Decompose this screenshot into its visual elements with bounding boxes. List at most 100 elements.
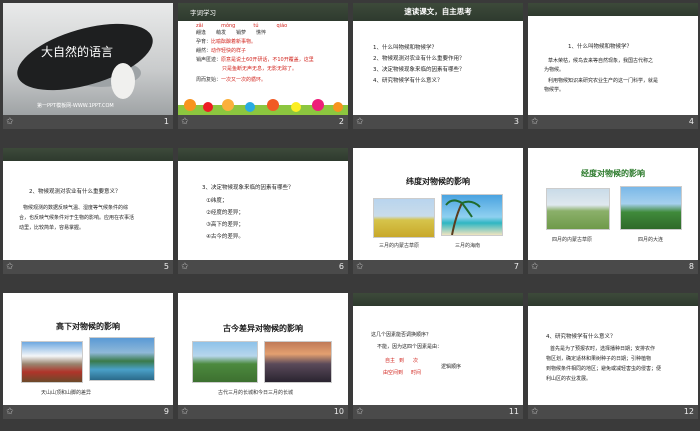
question-item: 1、什么叫物候和物候学？ [373, 45, 438, 51]
photo-caption: 三月的内蒙古草原 [379, 243, 420, 249]
answer-line: 合，也反映气候条件对于生物的影响。应用在农事活 [19, 215, 135, 221]
slide-footer: ✩ 10 [178, 405, 348, 419]
definition-line: 翩然：动作轻快的样子 [196, 48, 247, 54]
slide-footer: ✩ 2 [178, 115, 348, 129]
star-icon: ✩ [181, 407, 189, 417]
header-bar [528, 293, 698, 306]
question: 4、研究物候学有什么意义？ [546, 334, 616, 340]
beach-photo [441, 194, 503, 236]
great-wall-photo [192, 341, 258, 383]
slide-thumbnail-11[interactable]: 这几个因素能否调换顺序？ 不能，因为这四个因素是由： 自主 到 次 由空间到 时… [353, 293, 523, 419]
mountain-photo [21, 341, 83, 383]
photo-caption: 四月的大连 [638, 237, 664, 243]
order-word: 自主 [385, 358, 396, 364]
slide-canvas: 3、决定物候现象来临的因素有哪些？ ①纬度； ②经度的差异； ③高下的差异； ④… [178, 148, 348, 260]
slide-number: 12 [683, 407, 694, 416]
slide-number: 3 [513, 117, 519, 126]
slide-title: 纬度对物候的影响 [406, 177, 470, 186]
lake-photo [89, 337, 155, 381]
answer-line: 为物候。 [544, 67, 565, 73]
star-icon: ✩ [356, 407, 364, 417]
star-icon: ✩ [531, 407, 539, 417]
photo-caption: 三月的海南 [455, 243, 481, 249]
slide-thumbnail-5[interactable]: 2、物候观测对农业有什么重要意义？ 物候观测的数据反映气温、湿度等气候条件的综 … [3, 148, 173, 274]
slide-title: 高下对物候的影响 [56, 322, 120, 331]
slide-canvas: 速读课文，自主思考 1、什么叫物候和物候学？ 2、物候观测对农业有什么重要作用？… [353, 3, 523, 115]
answer-line: 利山区的农业发展。 [546, 376, 592, 382]
star-icon: ✩ [356, 117, 364, 127]
slide-canvas: 纬度对物候的影响 三月的内蒙古草原 三月的海南 [353, 148, 523, 260]
slide-thumbnail-12[interactable]: 4、研究物候学有什么意义？ 首先是为了预报农时，选择播种日期；安排农作 物区划，… [528, 293, 698, 419]
dalian-photo [620, 186, 682, 230]
slide-header: 字词学习 [190, 9, 216, 17]
slide-number: 5 [163, 262, 169, 271]
answer-line: 利用物候知识来研究农业生产的这一门科学，就是 [548, 78, 659, 84]
slide-number: 4 [688, 117, 694, 126]
slide-number: 9 [163, 407, 169, 416]
header-bar [3, 148, 173, 161]
photo-caption: 天山山顶和山脚的差异 [41, 390, 92, 396]
answer-line: 物区划，确定适林和果树种子的日期；引种植物 [546, 356, 652, 362]
slide-footer: ✩ 3 [353, 115, 523, 129]
question: 2、物候观测对农业有什么重要意义？ [29, 189, 121, 195]
photo-caption: 古代三月的长城和今日三月的长城 [218, 390, 294, 396]
slide-thumbnail-9[interactable]: 高下对物候的影响 天山山顶和山脚的差异 ✩ 9 [3, 293, 173, 419]
slide-title: 经度对物候的影响 [581, 169, 645, 178]
slide-subtitle: 第一PPT模板网-WWW.1PPT.COM [37, 103, 114, 109]
question: 这几个因素能否调换顺序？ [371, 332, 432, 338]
order-word: 时间 [411, 370, 422, 376]
word: 翩逢 [196, 30, 207, 36]
slide-footer: ✩ 6 [178, 260, 348, 274]
definition-line: 周而复始：一次又一次的循环。 [196, 77, 267, 83]
palm-tree-icon [445, 199, 481, 236]
slide-canvas: 2、物候观测对农业有什么重要意义？ 物候观测的数据反映气温、湿度等气候条件的综 … [3, 148, 173, 260]
definition-line: 孕育：比喻酝酿着新事物。 [196, 39, 257, 45]
slide-thumbnail-3[interactable]: 速读课文，自主思考 1、什么叫物候和物候学？ 2、物候观测对农业有什么重要作用？… [353, 3, 523, 129]
slide-thumbnail-1[interactable]: 大自然的语言 第一PPT模板网-WWW.1PPT.COM ✩ 1 [3, 3, 173, 129]
slide-thumbnail-4[interactable]: 1、什么叫物候和物候学？ 草木荣枯，候鸟去来等自然现象，我国古代称之 为物候。 … [528, 3, 698, 129]
order-conclusion: 逻辑顺序 [441, 364, 462, 370]
factor-item: ③高下的差异； [206, 222, 244, 228]
photo-caption: 四月的内蒙古草原 [552, 237, 593, 243]
slide-canvas: 高下对物候的影响 天山山顶和山脚的差异 [3, 293, 173, 405]
definition-line: 销声匿迹：原意是说土60开研话，不10开覆盖，这里 [196, 57, 314, 63]
slide-thumbnail-2[interactable]: 字词学习 zǎi mǒng tú qiáo 翩逢 萌发 销萝 憔悴 孕育：比喻酝… [178, 3, 348, 129]
question: 1、什么叫物候和物候学？ [568, 44, 633, 50]
factor-item: ②经度的差异； [206, 210, 244, 216]
star-icon: ✩ [181, 117, 189, 127]
slide-footer: ✩ 12 [528, 405, 698, 419]
slide-thumbnail-6[interactable]: 3、决定物候现象来临的因素有哪些？ ①纬度； ②经度的差异； ③高下的差异； ④… [178, 148, 348, 274]
order-word: 次 [413, 358, 419, 364]
slide-thumbnail-7[interactable]: 纬度对物候的影响 三月的内蒙古草原 三月的海南 ✩ 7 [353, 148, 523, 274]
slide-header: 速读课文，自主思考 [404, 7, 472, 16]
question-item: 4、研究物候学有什么意义？ [373, 78, 443, 84]
slide-footer: ✩ 9 [3, 405, 173, 419]
slide-number: 10 [333, 407, 344, 416]
slide-footer: ✩ 4 [528, 115, 698, 129]
slide-title: 古今差异对物候的影响 [223, 324, 303, 333]
answer-line: 草木荣枯，候鸟去来等自然现象，我国古代称之 [548, 58, 654, 64]
answer-line: 不能，因为这四个因素是由： [377, 344, 443, 350]
answer-line: 动里，比较简单，容易掌握。 [19, 225, 85, 231]
slide-footer: ✩ 1 [3, 115, 173, 129]
slide-canvas: 这几个因素能否调换顺序？ 不能，因为这四个因素是由： 自主 到 次 由空间到 时… [353, 293, 523, 405]
star-icon: ✩ [356, 262, 364, 272]
slide-thumbnail-8[interactable]: 经度对物候的影响 四月的内蒙古草原 四月的大连 ✩ 8 [528, 148, 698, 274]
order-word: 到 [399, 358, 405, 364]
slide-number: 8 [688, 262, 694, 271]
factor-item: ①纬度； [206, 198, 228, 204]
slide-thumbnail-10[interactable]: 古今差异对物候的影响 古代三月的长城和今日三月的长城 ✩ 10 [178, 293, 348, 419]
slide-number: 1 [163, 117, 169, 126]
star-icon: ✩ [6, 407, 14, 417]
factor-item: ④古今的差异。 [206, 234, 244, 240]
slide-canvas: 经度对物候的影响 四月的内蒙古草原 四月的大连 [528, 148, 698, 260]
answer-line: 物候学。 [544, 87, 565, 93]
star-icon: ✩ [6, 262, 14, 272]
header-bar [528, 3, 698, 16]
slide-canvas: 大自然的语言 第一PPT模板网-WWW.1PPT.COM [3, 3, 173, 115]
answer-line: 物候观测的数据反映气温、湿度等气候条件的综 [23, 205, 129, 211]
answer-line: 首先是为了预报农时，选择播种日期；安排农作 [550, 346, 656, 352]
slide-canvas: 字词学习 zǎi mǒng tú qiáo 翩逢 萌发 销萝 憔悴 孕育：比喻酝… [178, 3, 348, 115]
chars-row: 翩逢 萌发 销萝 憔悴 [196, 29, 326, 38]
header-bar [353, 293, 523, 306]
